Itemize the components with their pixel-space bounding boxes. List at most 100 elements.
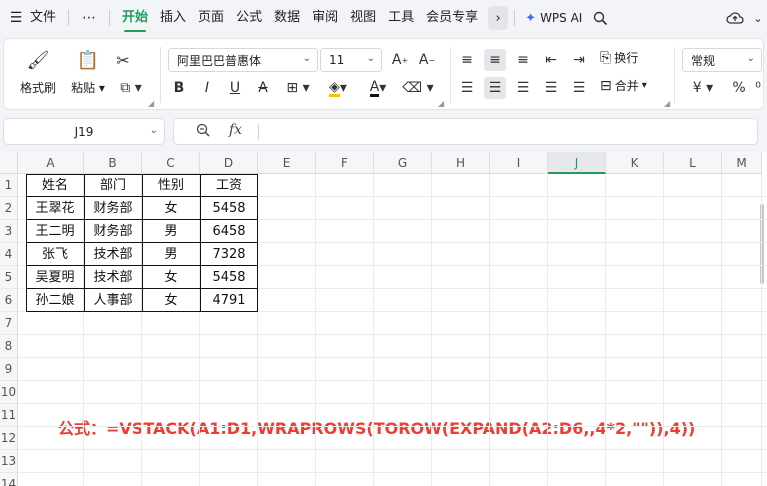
table-cell[interactable]: 技术部 [84, 243, 142, 266]
distribute-icon[interactable]: ☰ [568, 77, 590, 99]
row-header-10[interactable]: 10 [0, 381, 18, 404]
search-icon[interactable] [586, 0, 614, 36]
row-header-2[interactable]: 2 [0, 197, 18, 220]
thousands-format-icon[interactable]: ⁰ [752, 77, 764, 99]
tab-8[interactable]: 会员专享 [420, 0, 484, 36]
column-header-m[interactable]: M [722, 152, 762, 174]
align-right-icon[interactable]: ☰ [512, 77, 534, 99]
row-header-5[interactable]: 5 [0, 266, 18, 289]
align-middle-icon[interactable]: ≡ [484, 49, 506, 71]
align-left-icon[interactable]: ☰ [456, 77, 478, 99]
menu-file[interactable]: 文件 [30, 0, 62, 36]
indent-decrease-icon[interactable]: ⇤ [540, 49, 562, 71]
table-cell[interactable]: 张飞 [26, 243, 84, 266]
table-cell[interactable]: 财务部 [84, 197, 142, 220]
table-header-cell[interactable]: 性别 [142, 174, 200, 197]
table-cell[interactable]: 财务部 [84, 220, 142, 243]
row-header-6[interactable]: 6 [0, 289, 18, 312]
tab-7[interactable]: 工具 [382, 0, 420, 36]
row-header-4[interactable]: 4 [0, 243, 18, 266]
column-header-b[interactable]: B [84, 152, 142, 174]
column-header-i[interactable]: I [490, 152, 548, 174]
row-header-11[interactable]: 11 [0, 404, 18, 427]
table-cell[interactable]: 男 [142, 220, 200, 243]
chevron-right-icon[interactable]: › [488, 6, 509, 30]
column-header-d[interactable]: D [200, 152, 258, 174]
more-dots-icon[interactable]: ⋯ [75, 0, 103, 36]
table-cell[interactable]: 女 [142, 289, 200, 312]
clear-format-icon[interactable]: ⌫ ▾ [402, 77, 434, 99]
table-cell[interactable]: 人事部 [84, 289, 142, 312]
select-all-corner[interactable] [0, 152, 18, 174]
table-cell[interactable]: 5458 [200, 266, 258, 289]
chevron-down-icon[interactable]: ⌄ [749, 0, 767, 36]
underline-icon[interactable]: U [224, 77, 246, 99]
font-size-dropdown[interactable]: 11 ⌄ [320, 48, 382, 72]
table-header-cell[interactable]: 部门 [84, 174, 142, 197]
number-format-dropdown[interactable]: 常规 ⌄ [682, 48, 762, 72]
spreadsheet-grid[interactable]: 公式：=VSTACK(A1:D1,WRAPROWS(TOROW(EXPAND(A… [0, 152, 767, 486]
table-cell[interactable]: 男 [142, 243, 200, 266]
scissors-icon[interactable]: ✂ [112, 49, 134, 71]
percent-format-icon[interactable]: % [728, 77, 750, 99]
dialog-launcher-icon[interactable]: ◢ [148, 99, 154, 108]
hamburger-menu-icon[interactable]: ☰ [2, 0, 30, 36]
column-header-j[interactable]: J [548, 152, 606, 174]
column-header-c[interactable]: C [142, 152, 200, 174]
column-header-e[interactable]: E [258, 152, 316, 174]
format-painter-button[interactable]: 🖌 格式刷 [18, 49, 58, 96]
indent-increase-icon[interactable]: ⇥ [568, 49, 590, 71]
strikethrough-icon[interactable]: A [252, 77, 274, 99]
column-header-l[interactable]: L [664, 152, 722, 174]
table-cell[interactable]: 5458 [200, 197, 258, 220]
row-header-7[interactable]: 7 [0, 312, 18, 335]
column-header-f[interactable]: F [316, 152, 374, 174]
wps-ai-button[interactable]: ✦ WPS AI [521, 11, 586, 26]
currency-format-icon[interactable]: ¥ ▾ [688, 77, 718, 99]
fx-icon[interactable]: fx [229, 122, 242, 138]
paste-button[interactable]: 📋 粘贴 ▾ [66, 49, 110, 96]
row-header-12[interactable]: 12 [0, 427, 18, 450]
increase-font-icon[interactable]: A + [389, 49, 411, 71]
font-name-dropdown[interactable]: 阿里巴巴普惠体 ⌄ [168, 48, 318, 72]
decrease-font-icon[interactable]: A − [416, 49, 438, 71]
name-box[interactable]: J19 ⌄ [3, 118, 165, 145]
tab-2[interactable]: 页面 [192, 0, 230, 36]
tab-1[interactable]: 插入 [154, 0, 192, 36]
column-header-h[interactable]: H [432, 152, 490, 174]
table-cell[interactable]: 女 [142, 266, 200, 289]
bold-icon[interactable]: B [168, 77, 190, 99]
italic-icon[interactable]: I [196, 77, 218, 99]
copy-icon[interactable]: ⧉ ▾ [114, 77, 148, 99]
font-color-icon[interactable]: A ▾ [362, 77, 394, 99]
row-header-1[interactable]: 1 [0, 174, 18, 197]
row-header-8[interactable]: 8 [0, 335, 18, 358]
tab-6[interactable]: 视图 [344, 0, 382, 36]
tab-0[interactable]: 开始 [116, 0, 154, 36]
align-top-icon[interactable]: ≡ [456, 49, 478, 71]
dialog-launcher-icon[interactable]: ◢ [664, 99, 670, 108]
table-cell[interactable]: 女 [142, 197, 200, 220]
column-header-k[interactable]: K [606, 152, 664, 174]
zoom-search-icon[interactable] [196, 123, 211, 142]
table-cell[interactable]: 王二明 [26, 220, 84, 243]
table-cell[interactable]: 技术部 [84, 266, 142, 289]
table-header-cell[interactable]: 姓名 [26, 174, 84, 197]
fill-color-icon[interactable]: ◈ ▾ [322, 77, 354, 99]
cloud-upload-icon[interactable] [721, 0, 749, 36]
align-bottom-icon[interactable]: ≡ [512, 49, 534, 71]
table-cell[interactable]: 6458 [200, 220, 258, 243]
align-center-icon[interactable]: ☰ [484, 77, 506, 99]
row-header-13[interactable]: 13 [0, 450, 18, 473]
dialog-launcher-icon[interactable]: ◢ [438, 99, 444, 108]
table-cell[interactable]: 吴夏明 [26, 266, 84, 289]
row-header-3[interactable]: 3 [0, 220, 18, 243]
wrap-text-button[interactable]: ⎘ 换行 [600, 49, 638, 66]
tab-3[interactable]: 公式 [230, 0, 268, 36]
table-header-cell[interactable]: 工资 [200, 174, 258, 197]
merge-button[interactable]: ⊟ 合并 ▾ [600, 77, 647, 94]
table-cell[interactable]: 4791 [200, 289, 258, 312]
column-header-g[interactable]: G [374, 152, 432, 174]
row-header-14[interactable]: 14 [0, 473, 18, 486]
column-header-a[interactable]: A [18, 152, 84, 174]
